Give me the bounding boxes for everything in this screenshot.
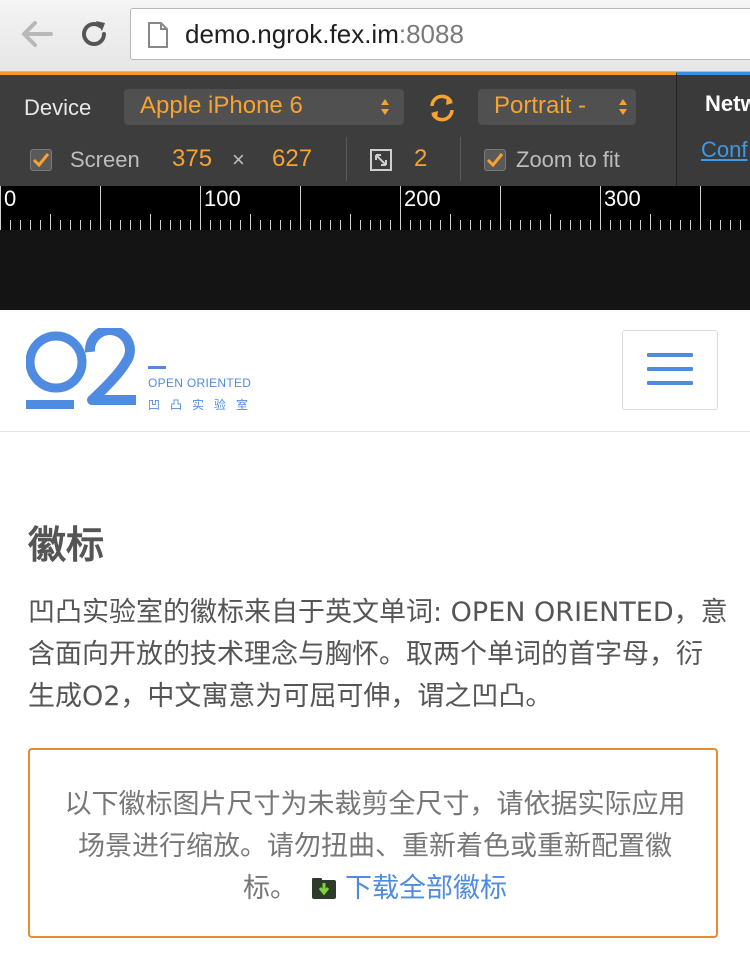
- select-arrows-icon: [381, 99, 389, 115]
- devtools-emulation-bar: Device Apple iPhone 6 Portrait - Screen …: [0, 72, 750, 186]
- ruler: 0 100 200 300: [0, 186, 750, 230]
- hamburger-icon: [647, 367, 693, 371]
- menu-button[interactable]: [622, 330, 718, 410]
- zoom-to-fit-checkbox[interactable]: [484, 149, 506, 171]
- browser-toolbar: demo.ngrok.fex.im:8088: [0, 0, 750, 72]
- logo-text-cn: 凹凸实验室: [148, 398, 259, 412]
- intro-paragraph: 凹凸实验室的徽标来自于英文单词: OPEN ORIENTED，意含面向开放的技术…: [28, 597, 728, 712]
- ruler-label: 0: [4, 186, 17, 211]
- page-icon: [148, 22, 168, 48]
- back-button[interactable]: [16, 14, 56, 54]
- notice-text: 以下徽标图片尺寸为未裁剪全尺寸，请依据实际应用场景进行缩放。请勿扭曲、重新着色或…: [60, 784, 690, 910]
- page-title: 徽标: [28, 523, 105, 567]
- rotate-icon[interactable]: [427, 93, 457, 123]
- site-header: OPEN ORIENTED 凹凸实验室: [0, 310, 750, 432]
- separator: [460, 137, 461, 181]
- times-sign: ×: [232, 147, 245, 172]
- ruler-label: 200: [404, 186, 441, 211]
- reload-icon: [82, 21, 106, 46]
- hamburger-icon: [647, 381, 693, 385]
- side-panel: Netw Conf: [676, 72, 750, 186]
- url-port: :8088: [398, 19, 464, 49]
- orientation-select-value: Portrait -: [494, 92, 587, 119]
- device-select-value: Apple iPhone 6: [140, 92, 303, 119]
- pixel-ratio-value[interactable]: 2: [414, 145, 427, 173]
- emulated-page: OPEN ORIENTED 凹凸实验室 徽标 凹凸实验室的徽标来自于英文单词: …: [0, 310, 750, 976]
- device-select[interactable]: Apple iPhone 6: [124, 89, 404, 125]
- ruler-label: 100: [204, 186, 241, 211]
- url-text: demo.ngrok.fex.im:8088: [185, 19, 464, 50]
- network-tab[interactable]: Netw: [705, 91, 750, 117]
- reload-button[interactable]: [74, 14, 114, 54]
- select-arrows-icon: [619, 99, 627, 115]
- notice-box: 以下徽标图片尺寸为未裁剪全尺寸，请依据实际应用场景进行缩放。请勿扭曲、重新着色或…: [28, 748, 718, 938]
- zoom-to-fit-label: Zoom to fit: [516, 147, 620, 172]
- orientation-select[interactable]: Portrait -: [478, 89, 636, 125]
- viewport-top-bar: [0, 230, 750, 310]
- back-arrow-icon: [22, 21, 53, 47]
- hamburger-icon: [647, 353, 693, 357]
- o2-logo-mark[interactable]: [26, 328, 140, 412]
- screen-height-value[interactable]: 627: [272, 145, 312, 173]
- download-icon: [312, 878, 336, 899]
- device-pixel-ratio-icon: [370, 149, 392, 171]
- ruler-label: 300: [604, 186, 641, 211]
- logo-text-en: OPEN ORIENTED: [148, 376, 252, 390]
- url-host: demo.ngrok.fex.im: [185, 19, 399, 49]
- config-link[interactable]: Conf: [701, 137, 747, 163]
- screen-label: Screen: [70, 147, 140, 172]
- address-bar[interactable]: demo.ngrok.fex.im:8088: [130, 8, 750, 60]
- device-label: Device: [24, 95, 92, 120]
- screen-width-value[interactable]: 375: [172, 145, 212, 173]
- download-all-logos-link[interactable]: 下载全部徽标: [345, 873, 507, 904]
- separator: [346, 137, 347, 181]
- screen-checkbox[interactable]: [30, 149, 52, 171]
- checkmark-icon: [486, 153, 504, 168]
- checkmark-icon: [32, 153, 50, 168]
- logo-dash: [148, 366, 166, 369]
